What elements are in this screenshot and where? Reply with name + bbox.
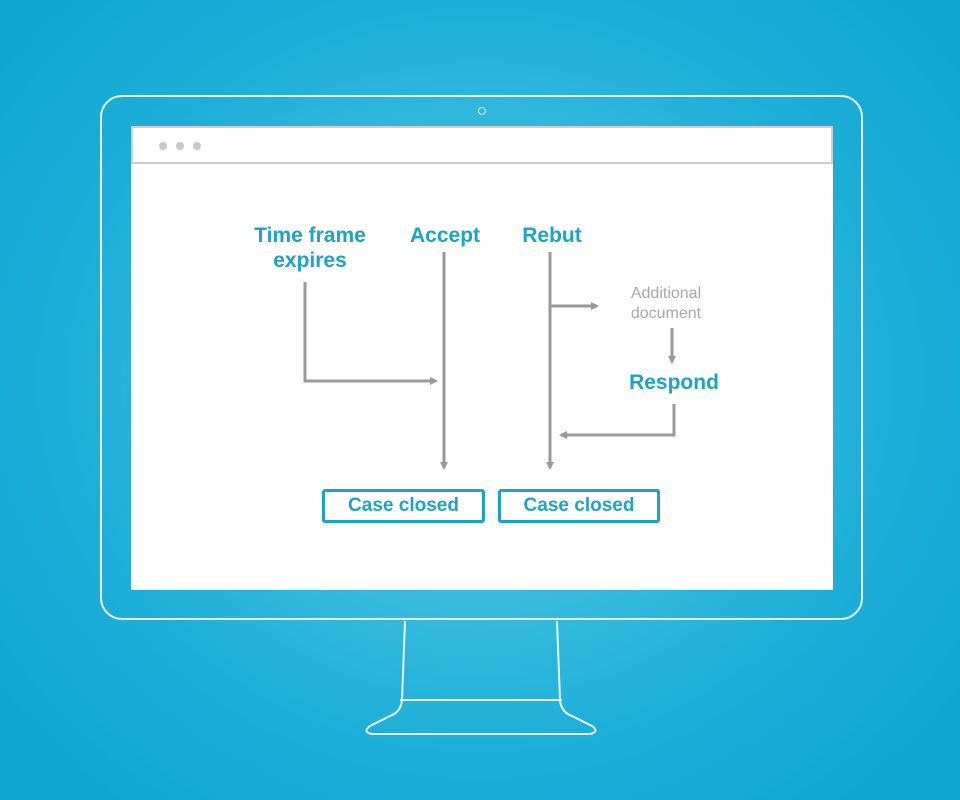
arrow-timeframe-to-accept (303, 282, 438, 385)
node-time-frame-expires: Time frame expires (240, 223, 380, 273)
flow-diagram: Time frame expires Accept Rebut Addition… (0, 0, 960, 800)
node-label: document (630, 305, 702, 322)
arrow-respond-to-rebut (559, 404, 676, 439)
node-accept: Accept (409, 224, 481, 247)
node-label: Additional (630, 285, 702, 302)
node-label: expires (273, 249, 347, 272)
node-additional-document: Additional document (606, 284, 726, 324)
arrows-layer (303, 252, 676, 470)
node-respond: Respond (629, 371, 719, 394)
case-closed-box-left: Case closed (322, 489, 485, 523)
node-label: Time frame (254, 224, 366, 247)
node-rebut: Rebut (522, 224, 582, 247)
case-closed-box-right: Case closed (498, 489, 660, 523)
